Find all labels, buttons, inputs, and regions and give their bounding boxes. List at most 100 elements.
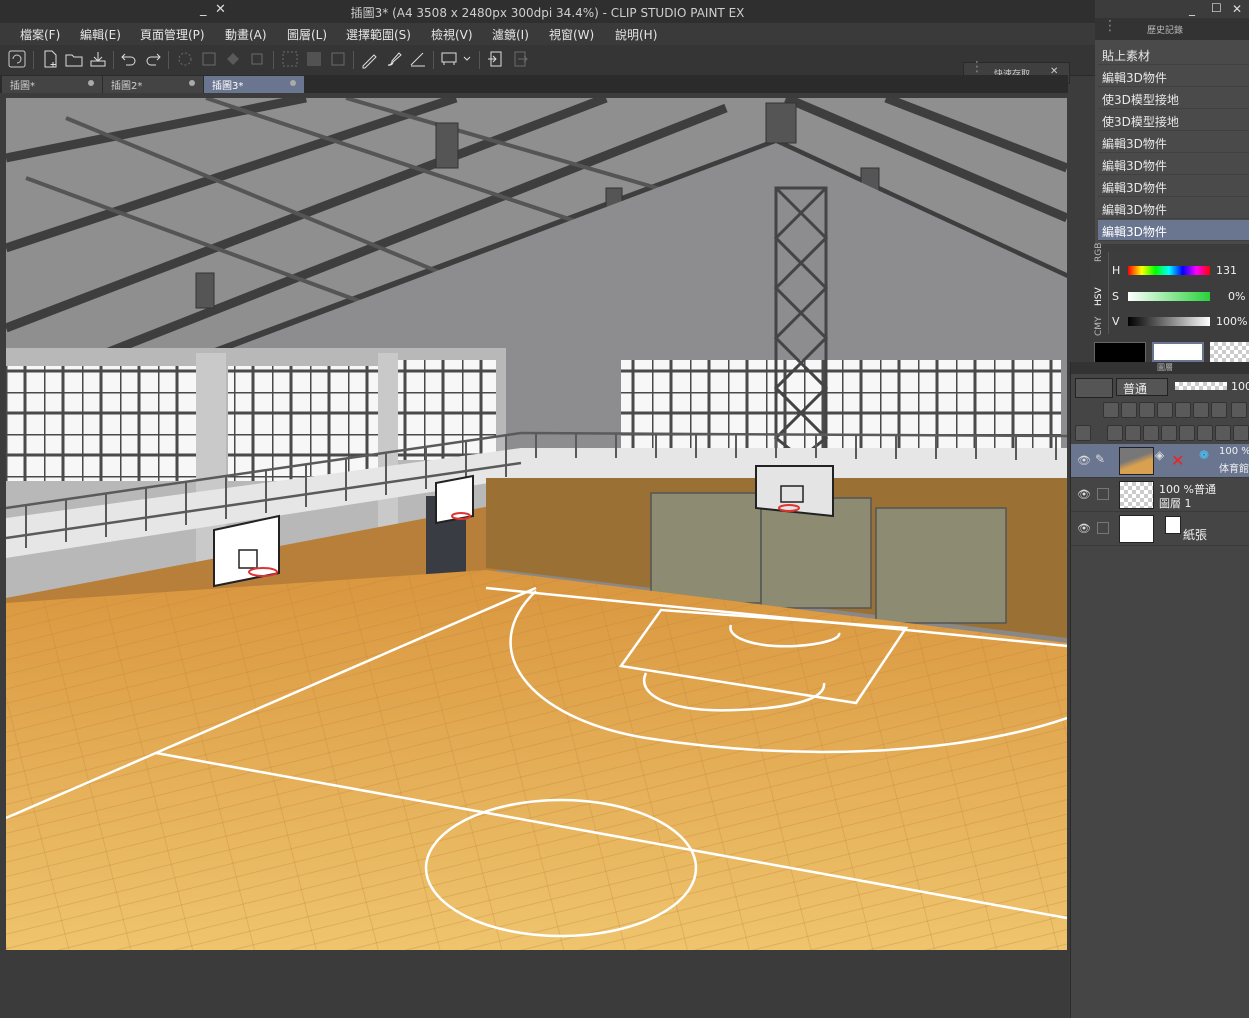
transparent-color-swatch[interactable] xyxy=(1210,342,1249,362)
color-mode-tabs: RGB HSV CMY xyxy=(1094,243,1109,336)
open-folder-icon[interactable] xyxy=(64,49,84,69)
new-raster-layer-icon[interactable] xyxy=(1107,425,1123,441)
history-item[interactable]: 貼上素材 xyxy=(1098,44,1249,65)
hue-slider[interactable] xyxy=(1128,266,1210,275)
merge-down-icon[interactable] xyxy=(1179,425,1195,441)
saturation-slider[interactable] xyxy=(1128,292,1210,301)
export-icon[interactable] xyxy=(486,49,506,69)
visibility-eye-icon[interactable]: 👁 xyxy=(1077,454,1091,467)
save-icon[interactable] xyxy=(88,49,108,69)
mask-toggle-icon[interactable] xyxy=(1193,402,1209,418)
pen-icon[interactable] xyxy=(360,49,380,69)
mask-disabled-icon[interactable]: ✕ xyxy=(1171,451,1184,470)
lock-icon[interactable] xyxy=(1157,402,1173,418)
panel-minimize-icon[interactable]: _ xyxy=(1189,2,1195,16)
tab-label: 插圖3* xyxy=(212,81,244,92)
layer-panel-header: 圖層 xyxy=(1071,362,1249,374)
history-item[interactable]: 編輯3D物件 xyxy=(1098,132,1249,153)
edit-target-checkbox[interactable] xyxy=(1097,522,1109,534)
opacity-value[interactable]: 100 xyxy=(1231,380,1249,393)
menu-page[interactable]: 頁面管理(P) xyxy=(140,26,205,43)
ruler-toggle-icon[interactable] xyxy=(1211,402,1227,418)
brush-icon[interactable] xyxy=(384,49,404,69)
menu-animation[interactable]: 動畫(A) xyxy=(225,26,267,43)
menu-filter[interactable]: 濾鏡(I) xyxy=(492,26,529,43)
tab-illustration-3[interactable]: 插圖3* xyxy=(204,76,304,93)
hue-value[interactable]: 131 xyxy=(1216,264,1237,277)
visibility-eye-icon[interactable]: 👁 xyxy=(1077,488,1091,501)
opacity-slider[interactable] xyxy=(1175,382,1227,390)
panel-restore-icon[interactable]: ☐ xyxy=(1211,1,1222,15)
menu-view[interactable]: 檢視(V) xyxy=(431,26,473,43)
copy-layer-icon[interactable] xyxy=(1197,425,1213,441)
layer-mask-icon[interactable] xyxy=(1215,425,1231,441)
selection-border-icon[interactable] xyxy=(328,49,348,69)
layer-row-layer1[interactable]: 👁 100 %普通 圖層 1 xyxy=(1071,478,1249,512)
tab-rgb[interactable]: RGB xyxy=(1094,232,1104,262)
lock-transparency-icon[interactable] xyxy=(1175,402,1191,418)
crop-icon[interactable] xyxy=(247,49,267,69)
menu-edit[interactable]: 編輯(E) xyxy=(80,26,121,43)
layer-panel-title: 圖層 xyxy=(1157,363,1173,372)
tab-close-icon[interactable] xyxy=(88,80,94,86)
panel-close-icon[interactable]: ✕ xyxy=(1232,2,1242,16)
tab-illustration-2[interactable]: 插圖2* xyxy=(103,76,203,93)
history-item-current[interactable]: 編輯3D物件 xyxy=(1098,220,1249,241)
tab-illustration-1[interactable]: 插圖* xyxy=(2,76,102,93)
value-slider[interactable] xyxy=(1128,317,1210,326)
ruler-icon[interactable] xyxy=(408,49,428,69)
layer-row-gymnasium[interactable]: 👁 ✎ ◈ ✕ ❁ 100 % 体育館 xyxy=(1071,444,1249,478)
color-slider-panel: RGB HSV CMY H 131 S 0% V 100% xyxy=(1090,243,1249,364)
clip-studio-icon[interactable] xyxy=(7,49,27,69)
value-value[interactable]: 100% xyxy=(1216,315,1247,328)
pen-edit-icon: ✎ xyxy=(1095,452,1106,466)
history-header: ⋮ 歷史記錄 xyxy=(1095,18,1249,40)
tab-hsv[interactable]: HSV xyxy=(1094,276,1104,306)
color-layer-icon: ❁ xyxy=(1199,448,1210,462)
canvas-area[interactable] xyxy=(6,98,1067,950)
transform-icon[interactable] xyxy=(199,49,219,69)
draft-layer-icon[interactable] xyxy=(1139,402,1155,418)
undo-icon[interactable] xyxy=(119,49,139,69)
clip-layer-icon[interactable] xyxy=(1103,402,1119,418)
transfer-down-icon[interactable] xyxy=(1161,425,1177,441)
delete-layer-icon[interactable] xyxy=(1233,425,1249,441)
sub-color-swatch[interactable] xyxy=(1152,342,1204,362)
loading-icon[interactable] xyxy=(175,49,195,69)
edit-target-checkbox[interactable] xyxy=(1097,488,1109,500)
new-folder-icon[interactable] xyxy=(1143,425,1159,441)
invert-selection-icon[interactable] xyxy=(304,49,324,69)
layer-thumbnail xyxy=(1119,481,1154,509)
history-item[interactable]: 編輯3D物件 xyxy=(1098,176,1249,197)
tab-cmy[interactable]: CMY xyxy=(1094,306,1104,336)
blend-mode-select[interactable]: 普通 xyxy=(1116,378,1168,396)
import-icon[interactable] xyxy=(510,49,530,69)
snap-dropdown[interactable] xyxy=(440,49,474,69)
reference-layer-icon[interactable] xyxy=(1121,402,1137,418)
saturation-value[interactable]: 0% xyxy=(1228,290,1245,303)
menu-layer[interactable]: 圖層(L) xyxy=(287,26,327,43)
new-vector-layer-icon[interactable] xyxy=(1125,425,1141,441)
visibility-eye-icon[interactable]: 👁 xyxy=(1077,522,1091,535)
tab-close-icon[interactable] xyxy=(189,80,195,86)
menu-file[interactable]: 檔案(F) xyxy=(20,26,60,43)
fill-icon[interactable] xyxy=(223,49,243,69)
selection-clear-icon[interactable] xyxy=(280,49,300,69)
history-item[interactable]: 編輯3D物件 xyxy=(1098,154,1249,175)
blend-mode-value: 普通 xyxy=(1123,382,1148,396)
layer-settings-icon[interactable] xyxy=(1075,425,1091,441)
history-item[interactable]: 使3D模型接地 xyxy=(1098,88,1249,109)
history-item[interactable]: 編輯3D物件 xyxy=(1098,198,1249,219)
history-item[interactable]: 編輯3D物件 xyxy=(1098,66,1249,87)
layer-row-paper[interactable]: 👁 紙張 xyxy=(1071,512,1249,546)
main-color-swatch[interactable] xyxy=(1094,342,1146,364)
palette-color-icon[interactable] xyxy=(1231,402,1247,418)
blend-color-dropdown[interactable] xyxy=(1075,378,1113,398)
redo-icon[interactable] xyxy=(143,49,163,69)
new-file-icon[interactable] xyxy=(40,49,60,69)
tab-close-icon[interactable] xyxy=(290,80,296,86)
menu-window[interactable]: 視窗(W) xyxy=(549,26,594,43)
history-item[interactable]: 使3D模型接地 xyxy=(1098,110,1249,131)
menu-help[interactable]: 說明(H) xyxy=(615,26,657,43)
menu-selection[interactable]: 選擇範圍(S) xyxy=(346,26,411,43)
